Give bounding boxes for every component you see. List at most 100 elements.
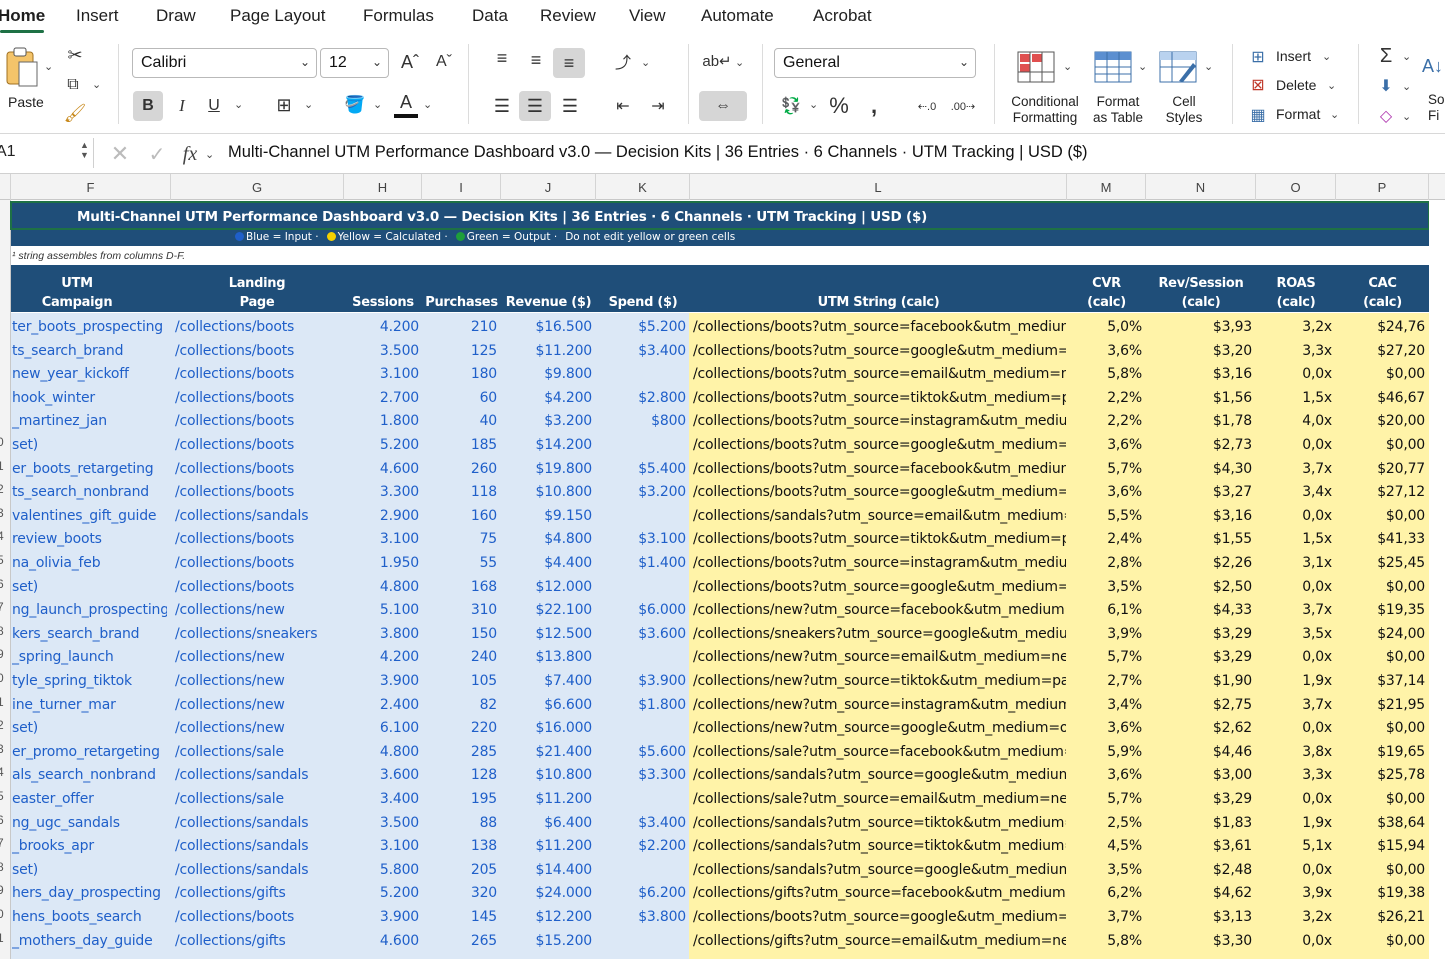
cell-purchases[interactable]: 128: [422, 767, 497, 783]
cell-cvr[interactable]: 3,6%: [1067, 484, 1142, 500]
cell-revenue[interactable]: $22.100: [501, 602, 593, 618]
cell-cac[interactable]: $41,33: [1336, 531, 1425, 547]
cell-sessions[interactable]: 6.100: [344, 720, 419, 736]
tab-data[interactable]: Data: [472, 6, 508, 26]
decrease-font-size-icon[interactable]: Aˇ: [432, 50, 456, 74]
cell-campaign[interactable]: ts_search_brand: [12, 343, 167, 359]
cell-purchases[interactable]: 310: [422, 602, 497, 618]
cell-sessions[interactable]: 1.950: [344, 555, 419, 571]
cell-campaign[interactable]: review_boots: [12, 531, 167, 547]
cell-cvr[interactable]: 3,6%: [1067, 767, 1142, 783]
cell-spend[interactable]: $1.800: [596, 697, 686, 713]
cell-cac[interactable]: $19,65: [1336, 744, 1425, 760]
tab-insert[interactable]: Insert: [76, 6, 119, 26]
header-utm-string[interactable]: UTM String (calc): [690, 293, 1067, 312]
cell-landing[interactable]: /collections/sandals: [175, 767, 343, 783]
conditional-formatting-icon[interactable]: [1016, 50, 1056, 84]
select-all-corner[interactable]: [0, 174, 11, 200]
cell-campaign[interactable]: set): [12, 437, 167, 453]
cell-revenue[interactable]: $24.000: [501, 885, 593, 901]
cell-sessions[interactable]: 5.200: [344, 437, 419, 453]
cell-sessions[interactable]: 5.100: [344, 602, 419, 618]
formula-input[interactable]: Multi-Channel UTM Performance Dashboard …: [228, 143, 1088, 162]
cell-spend[interactable]: $3.200: [596, 484, 686, 500]
cell-spend[interactable]: $3.400: [596, 815, 686, 831]
cell-campaign[interactable]: _spring_launch: [12, 649, 167, 665]
cell-landing[interactable]: /collections/new: [175, 673, 343, 689]
cell-landing[interactable]: /collections/new: [175, 649, 343, 665]
column-header-f[interactable]: F: [11, 174, 171, 200]
cell-spend[interactable]: $3.400: [596, 343, 686, 359]
cell-revenue[interactable]: $7.400: [501, 673, 592, 689]
number-format-select[interactable]: General ⌄: [774, 48, 976, 78]
cell-cac[interactable]: $27,12: [1336, 484, 1425, 500]
copy-dropdown-icon[interactable]: ⌄: [92, 78, 101, 91]
cell-utm[interactable]: /collections/boots?utm_source=facebook&u…: [693, 461, 1066, 477]
align-bottom-icon[interactable]: ≡: [553, 48, 585, 78]
borders-dropdown-icon[interactable]: ⌄: [304, 98, 313, 111]
cell-sessions[interactable]: 4.600: [344, 933, 419, 949]
cell-roas[interactable]: 0,0x: [1256, 862, 1332, 878]
cell-sessions[interactable]: 4.200: [344, 649, 419, 665]
cell-cac[interactable]: $21,95: [1336, 697, 1425, 713]
cell-rps[interactable]: $4,30: [1146, 461, 1252, 477]
font-name-select[interactable]: Calibri ⌄: [132, 48, 317, 78]
fill-color-dropdown-icon[interactable]: ⌄: [373, 98, 382, 111]
cell-landing[interactable]: /collections/boots: [175, 343, 343, 359]
sort-filter-icon[interactable]: A↓: [1420, 44, 1445, 88]
cell-landing[interactable]: /collections/boots: [175, 555, 343, 571]
cell-utm[interactable]: /collections/boots?utm_source=instagram&…: [693, 555, 1066, 571]
align-middle-icon[interactable]: ≡: [524, 48, 548, 72]
cell-spend[interactable]: $3.100: [596, 531, 686, 547]
column-header-k[interactable]: K: [596, 174, 690, 200]
format-as-table-button[interactable]: Format as Table: [1086, 94, 1150, 126]
cell-sessions[interactable]: 3.900: [344, 673, 419, 689]
cell-rps[interactable]: $1,56: [1146, 390, 1252, 406]
cell-spend[interactable]: $800: [596, 413, 686, 429]
cell-campaign[interactable]: valentines_gift_guide: [12, 508, 167, 524]
cell-roas[interactable]: 3,9x: [1256, 885, 1332, 901]
cell-purchases[interactable]: 75: [422, 531, 497, 547]
cell-roas[interactable]: 3,7x: [1256, 602, 1332, 618]
column-header-g[interactable]: G: [171, 174, 344, 200]
cell-revenue[interactable]: $4.800: [501, 531, 592, 547]
align-right-icon[interactable]: ☰: [558, 92, 582, 120]
cell-campaign[interactable]: ts_search_nonbrand: [12, 484, 167, 500]
cell-campaign[interactable]: easter_offer: [12, 791, 167, 807]
insert-function-icon[interactable]: fx: [178, 142, 202, 166]
cell-utm[interactable]: /collections/boots?utm_source=facebook&u…: [693, 319, 1066, 335]
cell-spend[interactable]: $3.900: [596, 673, 686, 689]
cell-roas[interactable]: 3,2x: [1256, 319, 1332, 335]
cell-sessions[interactable]: 3.100: [344, 531, 419, 547]
cell-landing[interactable]: /collections/boots: [175, 531, 343, 547]
wrap-text-dropdown-icon[interactable]: ⌄: [735, 56, 744, 69]
cell-cvr[interactable]: 6,1%: [1067, 602, 1142, 618]
cell-landing[interactable]: /collections/boots: [175, 319, 343, 335]
cell-cac[interactable]: $27,20: [1336, 343, 1425, 359]
cell-utm[interactable]: /collections/boots?utm_source=instagram&…: [693, 413, 1066, 429]
tab-review[interactable]: Review: [540, 6, 596, 26]
cell-cvr[interactable]: 6,2%: [1067, 885, 1142, 901]
cell-sessions[interactable]: 5.800: [344, 862, 419, 878]
cell-utm[interactable]: /collections/new?utm_source=tiktok&utm_m…: [693, 673, 1066, 689]
cell-sessions[interactable]: 4.800: [344, 579, 419, 595]
cell-cvr[interactable]: 3,6%: [1067, 437, 1142, 453]
font-color-dropdown-icon[interactable]: ⌄: [423, 98, 432, 111]
cell-roas[interactable]: 0,0x: [1256, 508, 1332, 524]
cell-spend[interactable]: $5.600: [596, 744, 686, 760]
cell-revenue[interactable]: $4.400: [501, 555, 592, 571]
cell-purchases[interactable]: 180: [422, 366, 497, 382]
cell-roas[interactable]: 3,4x: [1256, 484, 1332, 500]
cell-campaign[interactable]: als_search_nonbrand: [12, 767, 167, 783]
cell-roas[interactable]: 3,1x: [1256, 555, 1332, 571]
cell-revenue[interactable]: $11.200: [501, 838, 593, 854]
cell-campaign[interactable]: er_boots_retargeting: [12, 461, 167, 477]
cell-rps[interactable]: $1,55: [1146, 531, 1252, 547]
cell-campaign[interactable]: tyle_spring_tiktok: [12, 673, 167, 689]
cell-cac[interactable]: $0,00: [1336, 437, 1425, 453]
cell-campaign[interactable]: _martinez_jan: [12, 413, 167, 429]
cell-cvr[interactable]: 2,2%: [1067, 390, 1142, 406]
name-box-stepper-icon[interactable]: ▲ ▼: [80, 140, 89, 160]
cell-cvr[interactable]: 3,5%: [1067, 862, 1142, 878]
paste-dropdown-icon[interactable]: ⌄: [44, 60, 53, 73]
